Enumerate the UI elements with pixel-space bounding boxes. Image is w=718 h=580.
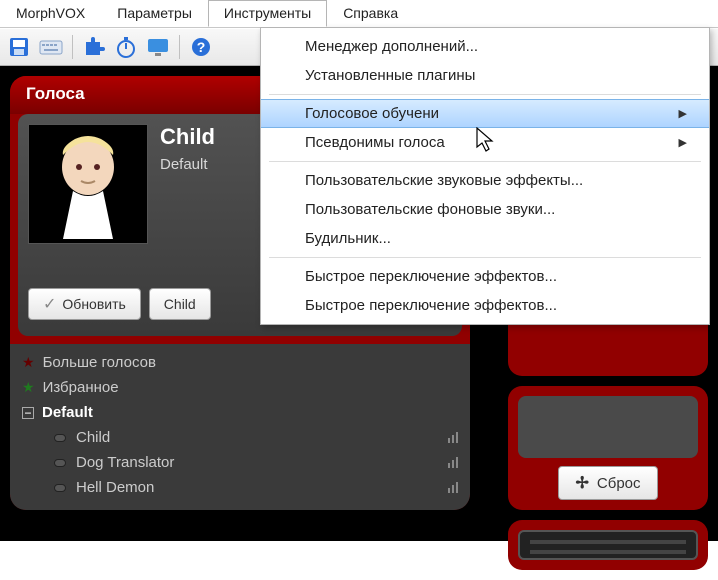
- menu-voice-aliases[interactable]: Псевдонимы голоса▶: [261, 128, 709, 157]
- menu-quick-effects-1[interactable]: Быстрое переключение эффектов...: [261, 262, 709, 291]
- slider-track[interactable]: [518, 530, 698, 560]
- voice-title: Child: [160, 124, 215, 150]
- bullet-icon: [54, 459, 66, 467]
- menu-installed-plugins[interactable]: Установленные плагины: [261, 61, 709, 90]
- voice-subtitle: Default: [160, 156, 215, 173]
- tree-voice-helldemon[interactable]: Hell Demon: [20, 475, 460, 500]
- update-button[interactable]: ✓Обновить: [28, 288, 141, 320]
- submenu-arrow-icon: ▶: [679, 107, 687, 120]
- menu-quick-effects-2[interactable]: Быстрое переключение эффектов...: [261, 291, 709, 320]
- menu-params[interactable]: Параметры: [101, 0, 208, 27]
- gray-inner: [518, 396, 698, 458]
- submenu-arrow-icon: ▶: [679, 136, 687, 149]
- star-icon: ★: [22, 379, 35, 396]
- reset-button[interactable]: ✢Сброс: [558, 466, 657, 500]
- save-icon[interactable]: [6, 34, 32, 60]
- menu-custom-background-sounds[interactable]: Пользовательские фоновые звуки...: [261, 195, 709, 224]
- keyboard-icon[interactable]: [38, 34, 64, 60]
- menu-morphvox[interactable]: MorphVOX: [0, 0, 101, 27]
- stopwatch-icon[interactable]: [113, 34, 139, 60]
- svg-text:?: ?: [197, 39, 206, 55]
- monitor-icon[interactable]: [145, 34, 171, 60]
- tree-favorites[interactable]: ★Избранное: [20, 375, 460, 400]
- menu-separator: [269, 257, 701, 258]
- separator: [72, 35, 73, 59]
- check-icon: ✓: [43, 294, 56, 314]
- star-icon: ★: [22, 354, 35, 371]
- collapse-icon[interactable]: −: [22, 407, 34, 419]
- tree-group-default[interactable]: −Default: [20, 400, 460, 425]
- menu-separator: [269, 94, 701, 95]
- menu-voice-training[interactable]: Голосовое обучени▶: [261, 99, 709, 128]
- separator: [179, 35, 180, 59]
- menubar: MorphVOX Параметры Инструменты Справка: [0, 0, 718, 28]
- voice-select-button[interactable]: Child: [149, 288, 211, 320]
- menu-separator: [269, 161, 701, 162]
- voice-tree: ★Больше голосов ★Избранное −Default Chil…: [10, 344, 470, 510]
- menu-tools[interactable]: Инструменты: [208, 0, 327, 27]
- signal-icon: [448, 482, 458, 493]
- bullet-icon: [54, 434, 66, 442]
- signal-icon: [448, 432, 458, 443]
- menu-help[interactable]: Справка: [327, 0, 414, 27]
- help-icon[interactable]: ?: [188, 34, 214, 60]
- bullet-icon: [54, 484, 66, 492]
- tree-voice-dogtranslator[interactable]: Dog Translator: [20, 450, 460, 475]
- right-panel-3: ✢Сброс: [508, 386, 708, 510]
- puzzle-icon[interactable]: [81, 34, 107, 60]
- tree-voice-child[interactable]: Child: [20, 425, 460, 450]
- menu-addon-manager[interactable]: Менеджер дополнений...: [261, 32, 709, 61]
- signal-icon: [448, 457, 458, 468]
- tree-more-voices[interactable]: ★Больше голосов: [20, 350, 460, 375]
- menu-alarm[interactable]: Будильник...: [261, 224, 709, 253]
- avatar: [28, 124, 148, 244]
- right-panel-4: [508, 520, 708, 570]
- plus-icon: ✢: [575, 473, 588, 493]
- tools-dropdown: Менеджер дополнений... Установленные пла…: [260, 27, 710, 325]
- menu-custom-sound-effects[interactable]: Пользовательские звуковые эффекты...: [261, 166, 709, 195]
